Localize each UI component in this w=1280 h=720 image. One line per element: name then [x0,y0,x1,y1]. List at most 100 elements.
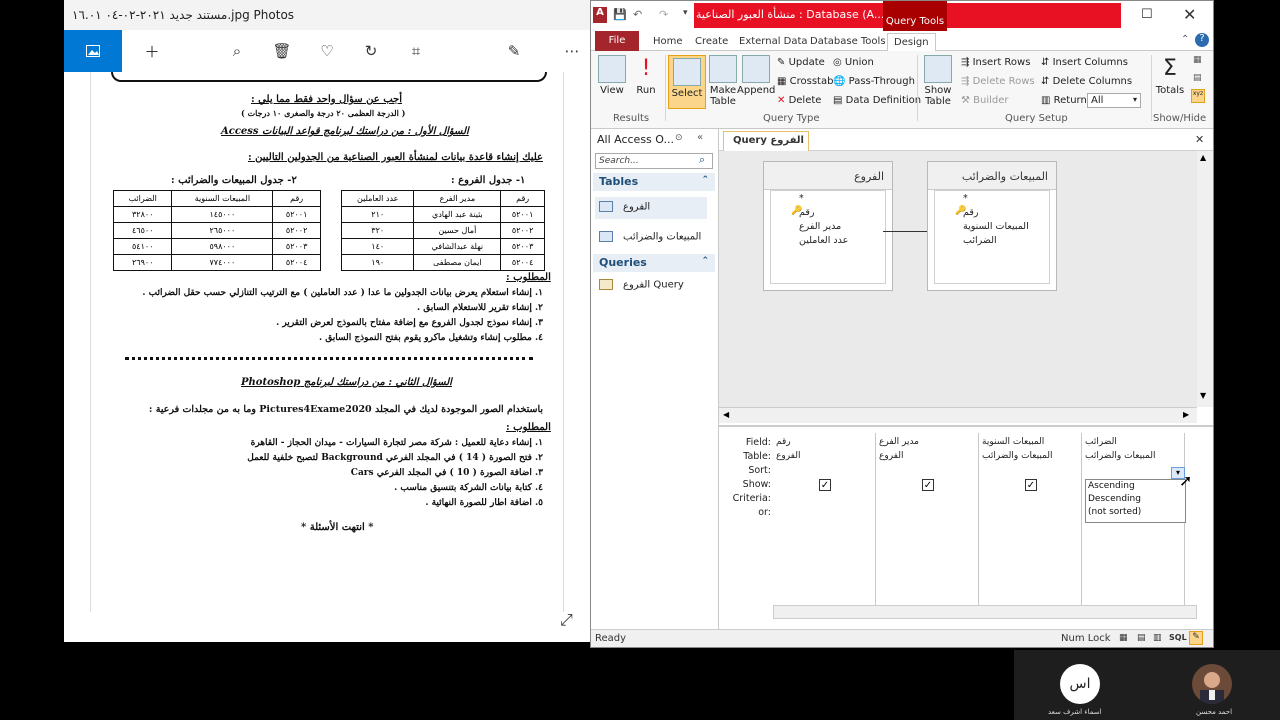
grid-column[interactable]: الضرائب المبيعات والضرائب [1082,433,1185,613]
pivot-table-icon[interactable]: ▤ [1137,633,1146,643]
field-item[interactable]: المبيعات السنوية [963,221,1029,232]
zoom-icon[interactable]: ⌕ [222,36,252,66]
gallery-icon[interactable] [64,30,122,72]
qat-dropdown-icon[interactable]: ▾ [683,8,688,18]
expand-icon[interactable]: ⤢ [560,610,573,630]
insert-columns-button[interactable]: ⇵ Insert Columns [1041,57,1128,68]
horizontal-scrollbar[interactable]: ◀ ▶ [719,407,1197,423]
undo-icon[interactable]: ↶ [633,8,642,21]
tab-design[interactable]: Design [887,33,936,51]
avatar[interactable] [1192,664,1232,704]
nav-item-table-sales[interactable]: المبيعات والضرائب [599,231,701,243]
heart-icon[interactable]: ♡ [312,36,342,66]
grid-field-cell[interactable]: مدير الفرع [879,437,919,447]
rotate-icon[interactable]: ↻ [356,36,386,66]
totals-button[interactable]: Σ Totals [1151,55,1189,96]
grid-field-cell[interactable]: رقم [776,437,791,447]
tab-file[interactable]: File [595,31,639,51]
sql-view-button[interactable]: SQL [1169,633,1187,642]
tab-home[interactable]: Home [647,33,689,51]
nav-search-input[interactable]: Search... [595,153,713,169]
show-table-button[interactable]: Show Table [919,55,957,107]
grid-column[interactable]: رقم الفروع ✓ [773,433,876,613]
builder-button[interactable]: ⚒ Builder [961,95,1009,106]
save-icon[interactable]: 💾 [613,8,627,21]
run-button[interactable]: ! Run [627,55,665,96]
tab-external-data[interactable]: External Data [733,33,814,51]
crop-icon[interactable]: ⌗ [401,36,431,66]
property-sheet-icon[interactable]: ▦ [1193,55,1202,65]
field-item[interactable]: رقم [963,207,978,218]
view-button[interactable]: View [593,55,631,96]
grid-horizontal-scrollbar[interactable] [773,605,1197,619]
return-select[interactable]: All ▾ [1087,93,1141,108]
insert-rows-button[interactable]: ⇶ Insert Rows [961,57,1030,68]
join-line[interactable] [883,231,927,232]
sort-dropdown-list[interactable]: Ascending Descending (not sorted) [1085,479,1186,523]
append-button[interactable]: Append [737,55,775,96]
grid-field-cell[interactable]: الضرائب [1085,437,1117,447]
nav-item-table-branches[interactable]: الفروع [595,197,707,219]
grid-column[interactable]: المبيعات السنوية المبيعات والضرائب ✓ [979,433,1082,613]
delete-columns-button[interactable]: ⇵ Delete Columns [1041,76,1132,87]
table-box-sales[interactable]: المبيعات والضرائب * 🔑 رقم المبيعات السنو… [927,161,1057,291]
field-item[interactable]: الضرائب [963,235,997,246]
field-item[interactable]: رقم [799,207,814,218]
nav-section-tables[interactable]: Tables ⌃ [593,173,715,191]
nav-header[interactable]: All Access O... ⊙ « [591,129,719,151]
search-icon[interactable]: ⌕ [699,153,705,167]
sort-option-descending[interactable]: Descending [1086,493,1185,506]
avatar[interactable]: اس [1060,664,1100,704]
delete-icon[interactable]: 🗑 [267,36,297,66]
table-names-icon[interactable]: ▤ [1193,73,1202,83]
tab-database-tools[interactable]: Database Tools [804,33,892,51]
redo-icon[interactable]: ↷ [659,8,668,21]
design-view-icon[interactable]: ✎ [1189,631,1203,645]
grid-table-cell[interactable]: الفروع [879,451,903,461]
tab-query[interactable]: الفروع Query [723,131,809,151]
edit-icon[interactable]: ✎ [499,36,529,66]
sort-option-ascending[interactable]: Ascending [1086,480,1185,493]
close-query-icon[interactable]: ✕ [1195,133,1204,146]
show-checkbox[interactable]: ✓ [1025,479,1037,491]
field-item[interactable]: عدد العاملين [799,235,848,246]
show-checkbox[interactable]: ✓ [922,479,934,491]
delete-query-button[interactable]: ✕ Delete [777,95,821,106]
add-icon[interactable]: ＋ [137,36,167,66]
field-item[interactable]: مدير الفرع [799,221,841,232]
pivot-chart-icon[interactable]: ▥ [1153,633,1162,643]
grid-table-cell[interactable]: الفروع [776,451,800,461]
tab-create[interactable]: Create [689,33,734,51]
field-item[interactable]: * [963,193,968,204]
select-button[interactable]: Select [668,55,706,109]
crosstab-button[interactable]: ▦ Crosstab [777,76,833,87]
grid-table-cell[interactable]: المبيعات والضرائب [1085,451,1156,461]
nav-section-queries[interactable]: Queries ⌃ [593,254,715,272]
scroll-left-icon[interactable]: ◀ [723,410,729,419]
maximize-icon[interactable]: ☐ [1141,7,1153,22]
grid-field-cell[interactable]: المبيعات السنوية [982,437,1044,447]
update-button[interactable]: ✎ Update [777,57,825,68]
vertical-scrollbar[interactable]: ▲ ▼ [1197,151,1213,407]
delete-rows-button[interactable]: ⇶ Delete Rows [961,76,1035,87]
scroll-right-icon[interactable]: ▶ [1183,410,1189,419]
scroll-down-icon[interactable]: ▼ [1200,391,1206,400]
grid-table-cell[interactable]: المبيعات والضرائب [982,451,1053,461]
collapse-ribbon-icon[interactable]: ⌃ [1181,34,1189,45]
help-icon[interactable]: ? [1195,33,1209,47]
more-icon[interactable]: ⋯ [557,36,587,66]
table-box-branches[interactable]: الفروع * 🔑 رقم مدير الفرع عدد العاملين [763,161,893,291]
nav-item-query[interactable]: الفروع Query [599,279,684,291]
show-checkbox[interactable]: ✓ [819,479,831,491]
nav-filter-icon[interactable]: ⊙ [675,133,683,143]
union-button[interactable]: ◎ Union [833,57,874,68]
nav-collapse-icon[interactable]: « [697,132,703,143]
datasheet-view-icon[interactable]: ▦ [1119,633,1128,643]
data-definition-button[interactable]: ▤ Data Definition [833,95,921,106]
parameters-icon[interactable]: xyz [1191,89,1205,103]
close-icon[interactable]: ✕ [1183,5,1196,24]
field-item[interactable]: * [799,193,804,204]
sort-option-not-sorted[interactable]: (not sorted) [1086,506,1185,519]
pass-through-button[interactable]: 🌐 Pass-Through [833,76,915,87]
scroll-up-icon[interactable]: ▲ [1200,153,1206,162]
